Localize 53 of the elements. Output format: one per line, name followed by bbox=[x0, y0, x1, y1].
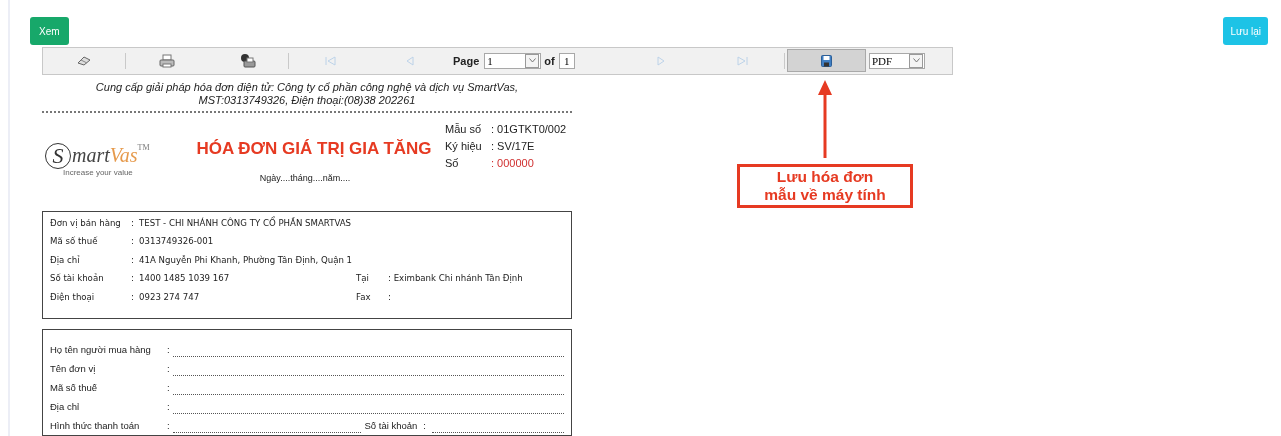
field-value: 41A Nguyễn Phi Khanh, Phường Tân Định, Quận 1 bbox=[139, 253, 354, 267]
page-count-field: 1 bbox=[558, 52, 575, 69]
field-label: Địa chỉ bbox=[50, 400, 81, 414]
page-select[interactable]: 1 bbox=[484, 52, 542, 69]
colon: : bbox=[167, 419, 171, 433]
meta-label: Ký hiệu bbox=[445, 139, 483, 152]
field-label: Đơn vị bán hàng bbox=[50, 216, 122, 230]
provider-text: Cung cấp giải pháp hóa đơn điện tử: Công ty cổ phần công nghệ và dịch vụ SmartVas, bbox=[94, 80, 520, 94]
colon: : bbox=[167, 400, 171, 414]
meta-value: : SV/17E bbox=[491, 139, 536, 152]
meta-value: : 01GTKT0/002 bbox=[491, 122, 567, 135]
page-label: Page bbox=[453, 54, 480, 67]
invoice-title: HÓA ĐƠN GIÁ TRỊ GIA TĂNG bbox=[196, 138, 432, 159]
meta-label: Số bbox=[445, 156, 460, 169]
colon: : bbox=[131, 272, 135, 285]
field-label: Điện thoại bbox=[50, 290, 96, 304]
colon: : bbox=[167, 381, 171, 395]
field-label: Tên đơn vị bbox=[50, 362, 97, 376]
field-value: TEST - CHI NHÁNH CÔNG TY CỔ PHẦN SMARTVAS bbox=[139, 215, 353, 230]
field-label: Mã số thuế bbox=[50, 381, 98, 395]
field-label: Họ tên người mua hàng bbox=[50, 343, 152, 357]
eraser-icon bbox=[77, 55, 91, 66]
export-icon bbox=[239, 52, 256, 69]
format-select[interactable]: PDF bbox=[869, 52, 925, 69]
field-value: 0923 274 747 bbox=[139, 290, 201, 304]
colon: : bbox=[423, 419, 426, 433]
colon: : bbox=[131, 290, 135, 304]
provider-text: MST:0313749326, Điện thoại:(08)38 202261 bbox=[197, 93, 417, 107]
save-tool-button[interactable] bbox=[787, 49, 866, 73]
field-value: : Eximbank Chi nhánh Tân Định bbox=[388, 272, 524, 285]
field-value: 1400 1485 1039 167 bbox=[139, 272, 231, 285]
field-value: 0313749326-001 bbox=[139, 235, 215, 248]
colon: : bbox=[131, 216, 135, 230]
field-label: Địa chỉ bbox=[50, 253, 81, 267]
field-label: Fax bbox=[356, 290, 372, 304]
field-label: Mã số thuế bbox=[50, 235, 99, 248]
field-value: : bbox=[388, 290, 392, 304]
field-label: Hình thức thanh toán bbox=[50, 419, 141, 433]
callout-note: Lưu hóa đơn mẫu về máy tính bbox=[737, 164, 913, 208]
meta-value: : 000000 bbox=[491, 156, 535, 169]
field-label: Số tài khoản bbox=[50, 272, 105, 285]
caret-icon bbox=[528, 58, 536, 64]
colon: : bbox=[167, 343, 171, 357]
caret-icon bbox=[912, 58, 920, 64]
field-label: Tại bbox=[356, 272, 370, 285]
date-line: Ngày....tháng....năm.... bbox=[259, 172, 351, 183]
printer-icon bbox=[158, 53, 175, 68]
of-label: of bbox=[544, 54, 555, 67]
colon: : bbox=[131, 235, 135, 248]
colon: : bbox=[131, 253, 135, 267]
meta-label: Mẫu số bbox=[445, 122, 483, 135]
field-label: Số tài khoản bbox=[364, 419, 418, 433]
colon: : bbox=[167, 362, 171, 376]
